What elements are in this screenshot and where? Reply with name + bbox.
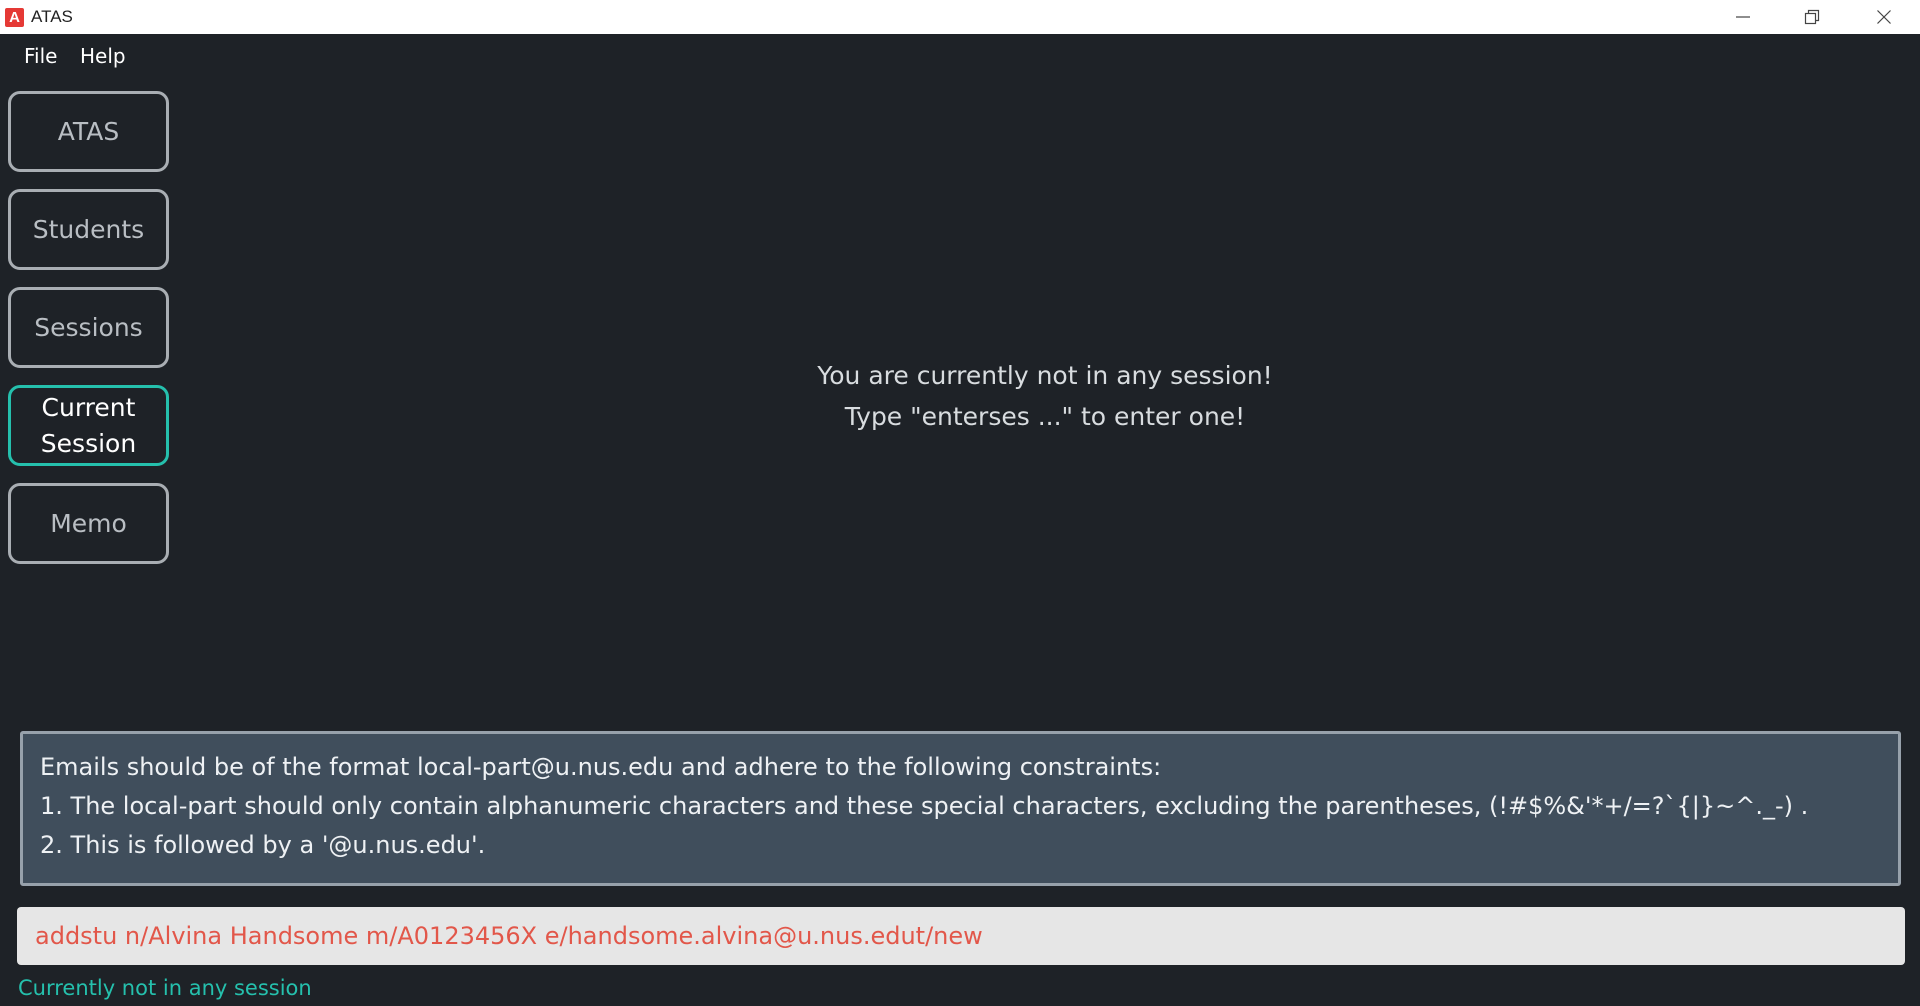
app-logo-icon: A (5, 8, 24, 27)
nav-atas-label: ATAS (57, 116, 120, 146)
title-bar: A ATAS (0, 0, 1920, 34)
restore-icon (1804, 9, 1820, 25)
menu-bar: File Help (0, 34, 1920, 76)
nav-sessions-button[interactable]: Sessions (8, 287, 169, 368)
close-button[interactable] (1850, 0, 1918, 34)
nav-sessions-label: Sessions (34, 312, 143, 342)
menu-help[interactable]: Help (80, 44, 126, 68)
result-line: 1. The local-part should only contain al… (40, 792, 1809, 820)
status-bar-text: Currently not in any session (18, 976, 312, 1000)
nav-current-session-label: Current Session (40, 392, 137, 458)
result-line: Emails should be of the format local-par… (40, 753, 1162, 781)
minimize-button[interactable] (1709, 0, 1777, 34)
nav-memo-button[interactable]: Memo (8, 483, 169, 564)
close-icon (1877, 10, 1891, 24)
result-line: 2. This is followed by a '@u.nus.edu'. (40, 831, 486, 859)
no-session-message: You are currently not in any session! Ty… (745, 355, 1345, 437)
command-input[interactable] (17, 907, 1905, 965)
nav-current-session-button[interactable]: Current Session (8, 385, 169, 466)
window-title: ATAS (31, 7, 73, 26)
restore-button[interactable] (1778, 0, 1846, 34)
nav-atas-button[interactable]: ATAS (8, 91, 169, 172)
minimize-icon (1736, 16, 1750, 18)
nav-students-button[interactable]: Students (8, 189, 169, 270)
no-session-message-line2: Type "enterses ..." to enter one! (844, 402, 1246, 431)
menu-file[interactable]: File (24, 44, 57, 68)
no-session-message-line1: You are currently not in any session! (817, 361, 1273, 390)
nav-students-label: Students (32, 214, 145, 244)
nav-memo-label: Memo (50, 508, 127, 538)
result-display[interactable]: Emails should be of the format local-par… (20, 731, 1901, 886)
